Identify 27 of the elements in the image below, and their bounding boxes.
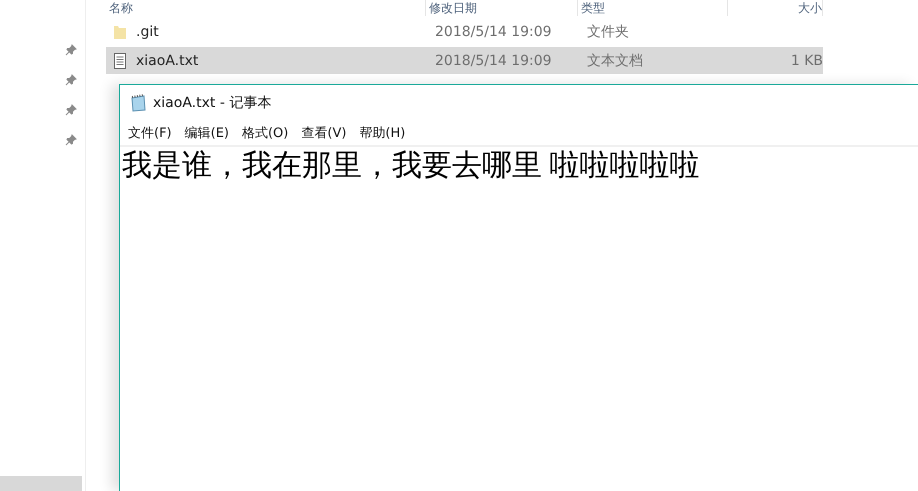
size-cell: 1 KB <box>790 52 823 68</box>
column-header[interactable]: 大小 <box>728 0 823 16</box>
column-header[interactable]: 类型 <box>578 0 728 16</box>
type-cell-text: 文件夹 <box>586 22 630 40</box>
window-title: xiaoA.txt - 记事本 <box>153 94 272 112</box>
document-icon <box>113 52 127 68</box>
column-header[interactable]: 名称 <box>106 0 426 16</box>
pin-icon[interactable] <box>65 74 77 86</box>
date-cell-text: 2018/5/14 19:09 <box>434 52 553 68</box>
menu-item[interactable]: 查看(V) <box>301 124 346 142</box>
pin-icon[interactable] <box>65 104 77 116</box>
file-name: xiaoA.txt <box>136 52 198 68</box>
date-cell-text: 2018/5/14 19:09 <box>434 24 553 40</box>
menu-item[interactable]: 文件(F) <box>128 124 172 142</box>
type-cell-text: 文本文档 <box>586 52 644 70</box>
file-name: .git <box>136 24 159 40</box>
file-row[interactable]: .git 2018/5/14 19:09 文件夹 <box>106 18 823 45</box>
file-row[interactable]: xiaoA.txt 2018/5/14 19:09 文本文档 1 KB <box>106 47 823 74</box>
notepad-icon <box>129 94 147 112</box>
document-text[interactable]: 我是谁，我在那里，我要去哪里 啦啦啦啦啦 <box>122 149 700 182</box>
column-header[interactable]: 修改日期 <box>426 0 578 16</box>
folder-icon <box>113 24 127 40</box>
menu-item[interactable]: 编辑(E) <box>184 124 229 142</box>
pin-icon[interactable] <box>65 134 77 146</box>
menu-item[interactable]: 格式(O) <box>242 124 288 142</box>
pin-icon[interactable] <box>65 44 77 56</box>
menu-item[interactable]: 帮助(H) <box>359 124 406 142</box>
